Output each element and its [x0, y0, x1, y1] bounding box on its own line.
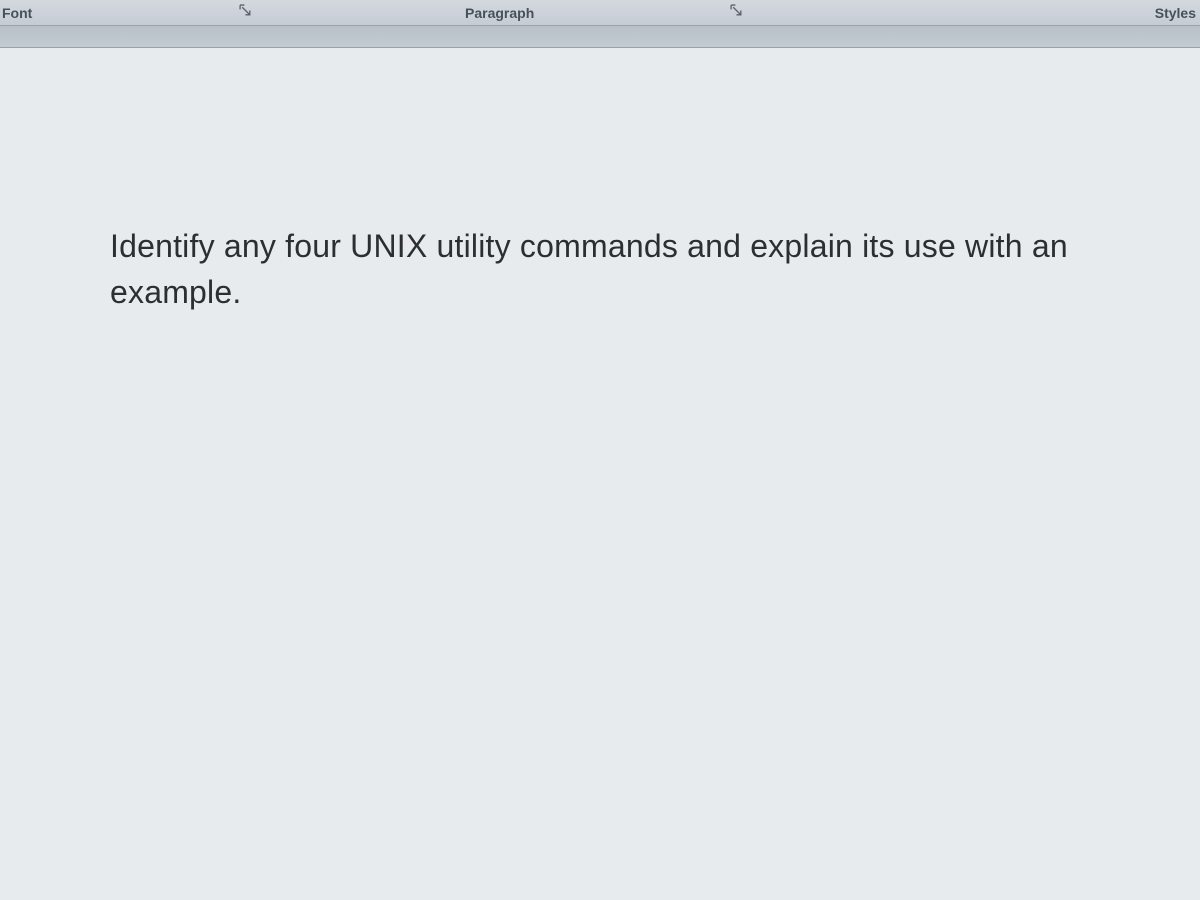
font-dialog-launcher[interactable] — [237, 5, 253, 21]
dialog-launcher-icon — [730, 4, 743, 22]
ribbon-label-font: Font — [2, 5, 32, 21]
document-body-text[interactable]: Identify any four UNIX utility commands … — [110, 223, 1090, 316]
ruler[interactable] — [0, 26, 1200, 48]
paragraph-dialog-launcher[interactable] — [728, 5, 744, 21]
dialog-launcher-icon — [239, 4, 252, 22]
ribbon-label-paragraph: Paragraph — [465, 5, 534, 21]
document-viewport: Identify any four UNIX utility commands … — [0, 48, 1200, 900]
document-page[interactable]: Identify any four UNIX utility commands … — [0, 48, 1200, 900]
ribbon-label-styles: Styles — [1155, 5, 1196, 21]
ribbon-group-paragraph: Paragraph — [465, 0, 534, 25]
ribbon-toolbar: Font Paragraph Styles — [0, 0, 1200, 26]
ribbon-group-styles: Styles — [1155, 0, 1196, 25]
ribbon-group-font: Font — [2, 0, 32, 25]
